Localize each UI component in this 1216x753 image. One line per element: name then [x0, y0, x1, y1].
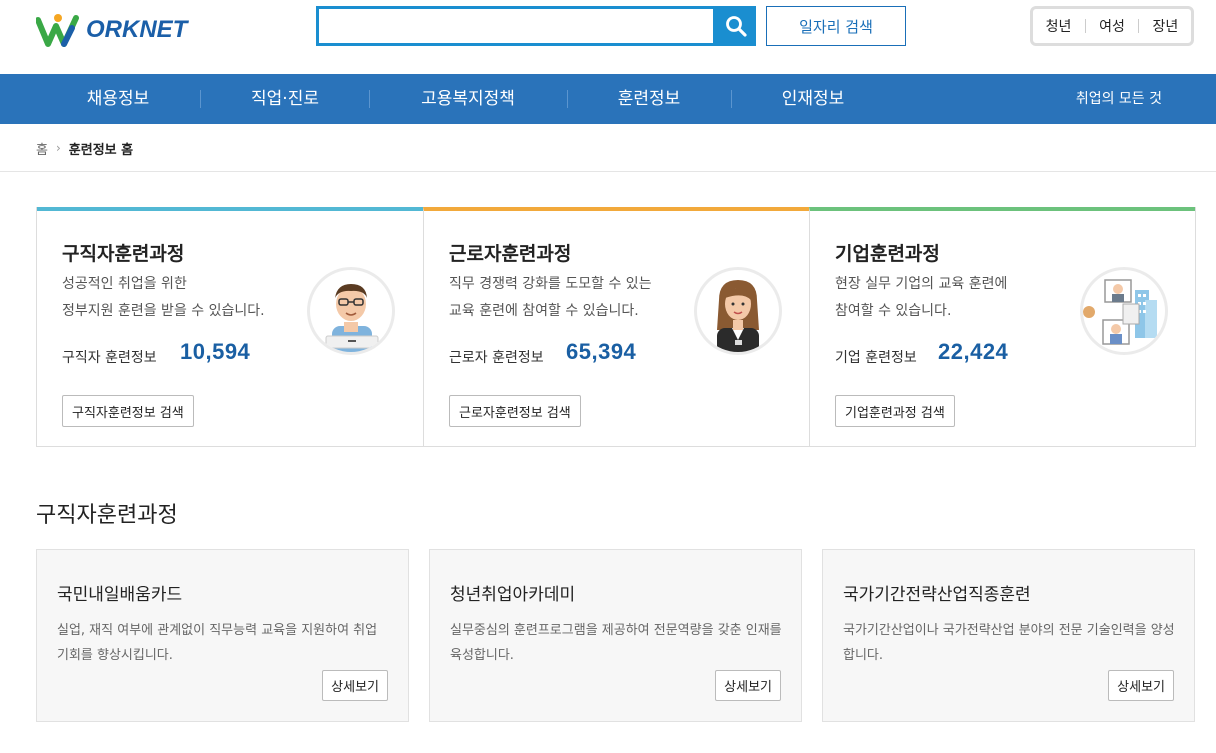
nav-item-career[interactable]: 직업·진로: [230, 74, 340, 124]
card-count-label: 구직자 훈련정보: [62, 350, 157, 366]
card-count: 22,424: [938, 339, 1009, 364]
program-desc: 실업, 재직 여부에 관계없이 직무능력 교육을 지원하여 취업 기회를 향상시…: [57, 623, 378, 663]
divider: [0, 171, 1216, 172]
worknet-w-logo-icon: [36, 14, 79, 47]
card-desc: 직무 경쟁력 강화를 도모할 수 있는 교육 훈련에 참여할 수 있습니다.: [449, 271, 689, 325]
program-card-youth-academy: 청년취업아카데미 실무중심의 훈련프로그램을 제공하여 전문역량을 갖춘 인재를…: [429, 549, 802, 722]
nav-all-about-jobs[interactable]: 취업의 모든 것: [1076, 74, 1162, 124]
card-desc: 성공적인 취업을 위한 정부지원 훈련을 받을 수 있습니다.: [62, 271, 302, 325]
search-button[interactable]: [716, 6, 756, 46]
card-count-label: 기업 훈련정보: [835, 350, 917, 366]
worker-search-button[interactable]: 근로자훈련정보 검색: [449, 395, 581, 427]
jobseeker-illustration: [307, 267, 395, 355]
card-jobseeker: 구직자훈련과정 성공적인 취업을 위한 정부지원 훈련을 받을 수 있습니다. …: [37, 207, 423, 446]
search-input[interactable]: [319, 9, 713, 43]
card-title: 기업훈련과정: [835, 243, 940, 265]
divider: [1138, 19, 1140, 33]
search-icon: [726, 16, 747, 37]
breadcrumb-current: 훈련정보 홈: [68, 142, 134, 158]
nav-divider: [567, 90, 568, 108]
card-desc: 현장 실무 기업의 교육 훈련에 참여할 수 있습니다.: [835, 271, 1075, 325]
job-search-button[interactable]: 일자리 검색: [766, 6, 906, 46]
details-button[interactable]: 상세보기: [322, 670, 388, 701]
card-company: 기업훈련과정 현장 실무 기업의 교육 훈련에 참여할 수 있습니다. 기업 훈…: [809, 207, 1195, 446]
search-box: [316, 6, 716, 46]
nav-item-welfare[interactable]: 고용복지정책: [405, 74, 531, 124]
card-count-label: 근로자 훈련정보: [449, 350, 544, 366]
nav-item-talent[interactable]: 인재정보: [764, 74, 862, 124]
woman-office-worker-icon: [717, 280, 759, 352]
worker-illustration: [694, 267, 782, 355]
worknet-logo[interactable]: ORKNET: [36, 10, 196, 50]
card-desc-line: 교육 훈련에 참여할 수 있습니다.: [449, 303, 639, 319]
program-title: 청년취업아카데미: [450, 585, 576, 605]
program-desc: 실무중심의 훈련프로그램을 제공하여 전문역량을 갖춘 인재를 육성합니다.: [450, 623, 782, 663]
main-nav: 채용정보 직업·진로 고용복지정책 훈련정보 인재정보 취업의 모든 것: [0, 74, 1216, 124]
card-desc-line: 정부지원 훈련을 받을 수 있습니다.: [62, 303, 265, 319]
card-title: 근로자훈련과정: [449, 243, 572, 265]
card-title: 구직자훈련과정: [62, 243, 185, 265]
card-desc-line: 성공적인 취업을 위한: [62, 276, 187, 292]
program-card-national-strategic: 국가기간전략산업직종훈련 국가기간산업이나 국가전략산업 분야의 전문 기술인력…: [822, 549, 1195, 722]
program-title: 국민내일배움카드: [57, 585, 183, 605]
program-desc: 국가기간산업이나 국가전략산업 분야의 전문 기술인력을 양성합니다.: [843, 623, 1175, 663]
nav-divider: [369, 90, 370, 108]
divider: [1084, 19, 1086, 33]
audience-women[interactable]: 여성: [1099, 16, 1125, 36]
audience-youth[interactable]: 청년: [1046, 16, 1072, 36]
card-desc-line: 직무 경쟁력 강화를 도모할 수 있는: [449, 276, 652, 292]
training-cards: 구직자훈련과정 성공적인 취업을 위한 정부지원 훈련을 받을 수 있습니다. …: [36, 207, 1196, 447]
nav-divider: [731, 90, 732, 108]
breadcrumb-home[interactable]: 홈: [36, 139, 48, 158]
card-count: 65,394: [566, 339, 637, 364]
audience-filter: 청년 여성 장년: [1030, 6, 1194, 46]
card-desc-line: 현장 실무 기업의 교육 훈련에: [835, 276, 1008, 292]
card-worker: 근로자훈련과정 직무 경쟁력 강화를 도모할 수 있는 교육 훈련에 참여할 수…: [423, 207, 809, 446]
audience-senior[interactable]: 장년: [1153, 16, 1179, 36]
nav-item-jobs[interactable]: 채용정보: [68, 74, 168, 124]
chevron-right-icon: ›: [55, 141, 61, 155]
details-button[interactable]: 상세보기: [1108, 670, 1174, 701]
program-card-learning-card: 국민내일배움카드 실업, 재직 여부에 관계없이 직무능력 교육을 지원하여 취…: [36, 549, 409, 722]
card-desc-line: 참여할 수 있습니다.: [835, 303, 952, 319]
card-count: 10,594: [180, 339, 251, 364]
details-button[interactable]: 상세보기: [715, 670, 781, 701]
section-title: 구직자훈련과정: [36, 503, 178, 528]
man-with-laptop-icon: [325, 284, 379, 352]
company-search-button[interactable]: 기업훈련과정 검색: [835, 395, 955, 427]
program-title: 국가기간전략산업직종훈련: [843, 585, 1031, 605]
header: ORKNET 일자리 검색 청년 여성 장년: [0, 0, 1216, 74]
company-illustration: [1080, 267, 1168, 355]
nav-divider: [200, 90, 201, 108]
jobseeker-search-button[interactable]: 구직자훈련정보 검색: [62, 395, 194, 427]
breadcrumb: 홈 › 훈련정보 홈: [36, 136, 133, 160]
logo-text: ORKNET: [86, 16, 188, 43]
company-video-meeting-icon: [1083, 279, 1157, 345]
nav-item-training[interactable]: 훈련정보: [600, 74, 698, 124]
